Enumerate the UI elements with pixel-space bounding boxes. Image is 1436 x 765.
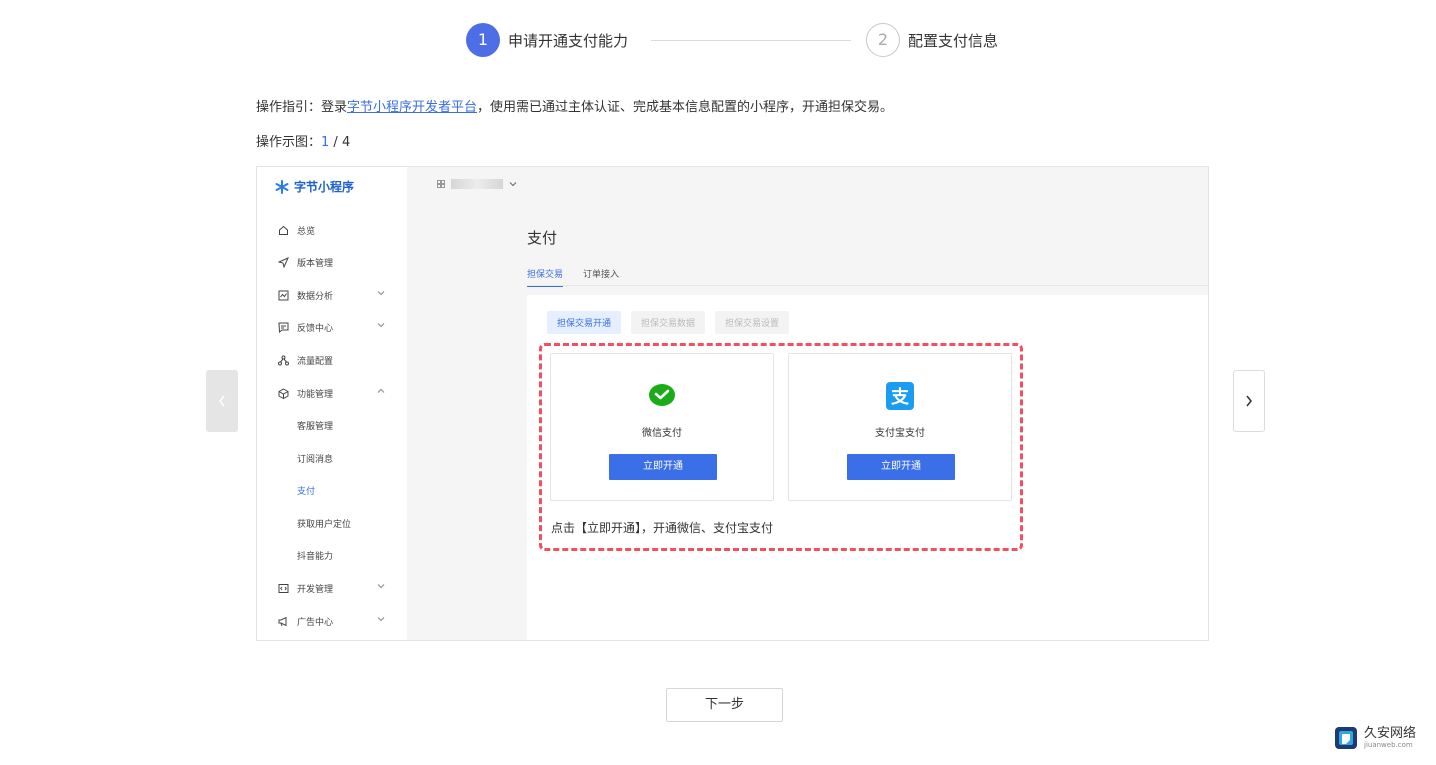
mock-subtab-open: 担保交易开通	[547, 311, 622, 334]
guide-suffix: ，使用需已通过主体认证、完成基本信息配置的小程序，开通担保交易。	[477, 100, 894, 115]
example-screenshot: 字节小程序 总览 版本管理 数据分析 反馈中心 流量配置 功能管理 客服管理 订…	[256, 166, 1209, 641]
mock-submenu-location: 获取用户定位	[297, 520, 352, 530]
mock-menu-label: 数据分析	[297, 291, 334, 302]
chevron-down-icon	[377, 584, 385, 589]
grid-icon	[437, 180, 445, 188]
mock-tab-orders: 订单接入	[583, 270, 620, 280]
mock-menu-ads: 广告中心	[278, 613, 393, 629]
mock-menu-version: 版本管理	[278, 254, 393, 270]
svg-text:支: 支	[890, 386, 910, 408]
steps-indicator: 1 申请开通支付能力 2 配置支付信息	[466, 23, 1046, 59]
alipay-card: 支 支付宝支付 立即开通	[788, 353, 1012, 501]
mock-menu-label: 版本管理	[297, 258, 334, 269]
step-connector	[651, 40, 851, 41]
example-separator: /	[329, 135, 342, 150]
watermark-title: 久安网络	[1364, 725, 1417, 741]
step-1-label: 申请开通支付能力	[508, 32, 629, 50]
watermark-logo-icon	[1335, 727, 1357, 749]
chevron-right-icon	[1246, 395, 1252, 407]
mock-menu-overview: 总览	[278, 222, 393, 238]
mock-menu-label: 反馈中心	[297, 323, 334, 334]
mock-app-switcher	[437, 179, 517, 189]
mock-menu-label: 流量配置	[297, 356, 334, 367]
wechat-pay-label: 微信支付	[642, 428, 682, 439]
mock-logo: 字节小程序	[275, 178, 354, 195]
wechat-pay-card: 微信支付 立即开通	[550, 353, 774, 501]
chevron-left-icon	[219, 395, 225, 407]
chevron-down-icon	[509, 182, 517, 187]
mock-submenu-douyin: 抖音能力	[297, 552, 334, 562]
chart-icon	[278, 290, 289, 300]
mock-menu-dev: 开发管理	[278, 580, 393, 596]
mock-menu-label: 总览	[297, 226, 316, 237]
mock-sidebar: 字节小程序 总览 版本管理 数据分析 反馈中心 流量配置 功能管理 客服管理 订…	[257, 167, 407, 640]
wechat-open-button: 立即开通	[609, 454, 717, 480]
carousel-next-button[interactable]	[1233, 370, 1265, 432]
alipay-open-button: 立即开通	[847, 454, 955, 480]
chevron-down-icon	[377, 323, 385, 328]
mock-content-panel: 担保交易开通 担保交易数据 担保交易设置 微信支付 立即开通 支 支付宝支付 立…	[527, 295, 1208, 640]
mock-logo-text: 字节小程序	[294, 180, 355, 194]
mock-menu-features: 功能管理	[278, 385, 393, 401]
instruction-hint: 点击【立即开通】，开通微信、支付宝支付	[551, 521, 774, 535]
example-label: 操作示图：	[256, 135, 322, 150]
mock-menu-label: 开发管理	[297, 584, 334, 595]
chevron-down-icon	[377, 291, 385, 296]
mock-menu-label: 功能管理	[297, 389, 334, 400]
mock-subtabs: 担保交易开通 担保交易数据 担保交易设置	[547, 311, 790, 334]
network-icon	[278, 355, 289, 365]
message-icon	[278, 322, 289, 333]
mock-submenu-payment: 支付	[297, 487, 316, 497]
mock-submenu-service: 客服管理	[297, 422, 334, 432]
carousel-prev-button[interactable]	[206, 370, 238, 432]
step-1-circle: 1	[466, 23, 500, 57]
chevron-down-icon	[377, 617, 385, 622]
example-pager: 操作示图：1 / 4	[256, 131, 350, 150]
mock-page-title: 支付	[527, 229, 558, 247]
cube-icon	[278, 387, 289, 399]
bytedance-logo-icon	[275, 179, 289, 194]
guide-prefix: 操作指引：登录	[256, 100, 348, 115]
mock-tab-escrow: 担保交易	[527, 267, 564, 287]
alipay-icon: 支	[886, 382, 914, 410]
guide-text: 操作指引：登录字节小程序开发者平台，使用需已通过主体认证、完成基本信息配置的小程…	[256, 96, 893, 115]
wechat-pay-icon	[649, 384, 675, 406]
mock-tabs: 担保交易 订单接入	[527, 267, 619, 287]
watermark: 久安网络 jiuanweb.com	[1334, 726, 1416, 750]
next-step-button[interactable]: 下一步	[666, 688, 783, 722]
step-2-label: 配置支付信息	[908, 32, 999, 50]
step-2-circle: 2	[866, 23, 900, 57]
mock-subtab-settings: 担保交易设置	[715, 311, 790, 334]
megaphone-icon	[278, 616, 287, 626]
code-icon	[278, 583, 289, 593]
mock-submenu-subscribe: 订阅消息	[297, 455, 334, 465]
tabs-divider	[527, 285, 1208, 286]
developer-platform-link[interactable]: 字节小程序开发者平台	[347, 100, 477, 115]
mock-menu-label: 广告中心	[297, 617, 334, 628]
example-total: 4	[341, 135, 351, 150]
blurred-app-name	[451, 179, 503, 189]
alipay-label: 支付宝支付	[875, 428, 925, 439]
home-icon	[279, 225, 288, 235]
mock-menu-traffic: 流量配置	[278, 352, 393, 368]
mock-menu-data: 数据分析	[278, 287, 393, 303]
chevron-up-icon	[377, 388, 385, 393]
mock-menu-feedback: 反馈中心	[278, 319, 393, 335]
send-icon	[278, 256, 289, 268]
mock-subtab-data: 担保交易数据	[631, 311, 706, 334]
watermark-subtitle: jiuanweb.com	[1364, 740, 1413, 749]
